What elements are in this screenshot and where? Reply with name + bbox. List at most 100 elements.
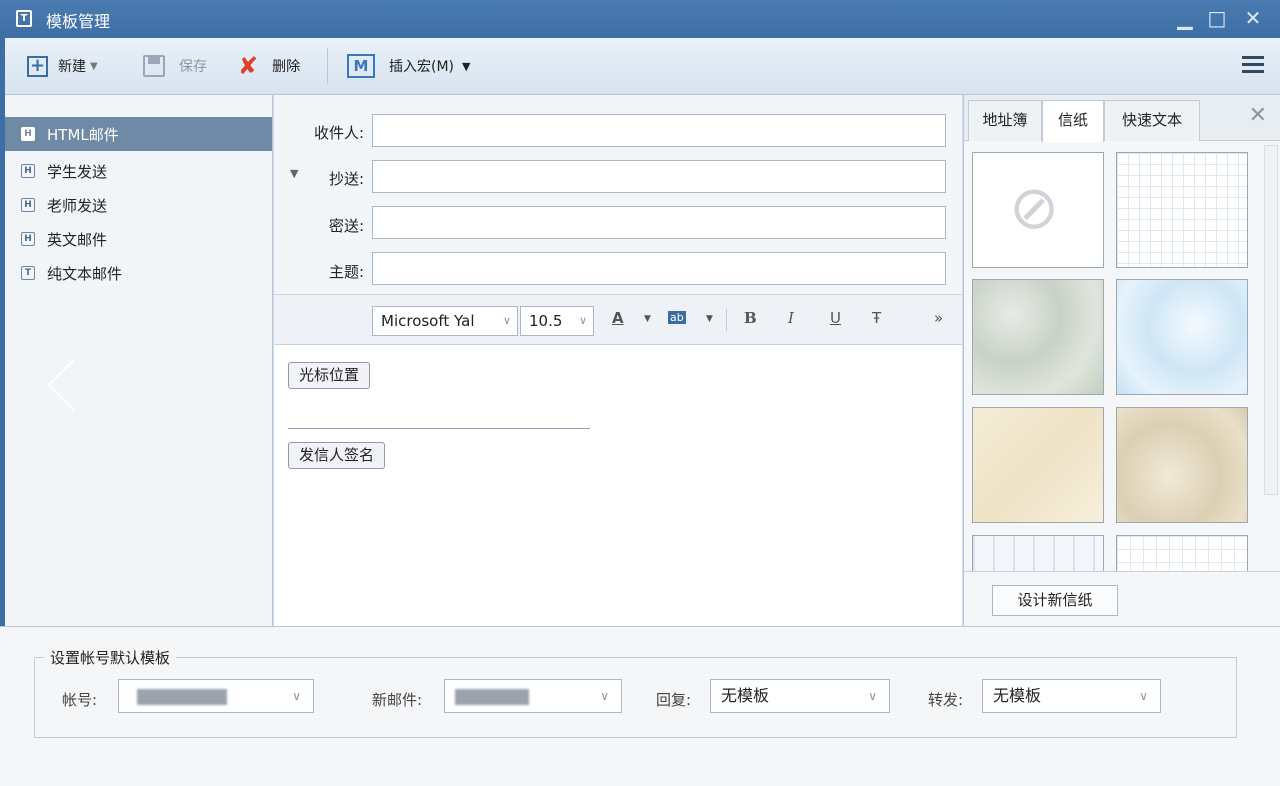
html-template-icon: H [21, 198, 35, 212]
collapse-arrow-icon[interactable] [47, 359, 99, 411]
app-icon: T [16, 10, 32, 27]
chevron-down-icon: ∨ [600, 689, 609, 703]
template-item-html[interactable]: H HTML邮件 [5, 117, 272, 151]
menu-list-icon[interactable] [1242, 56, 1264, 74]
bcc-label: 密送: [328, 217, 364, 235]
chevron-down-icon: ∨ [1139, 689, 1148, 703]
reply-template-select[interactable]: 无模板 ∨ [710, 679, 890, 713]
stationery-scrollbar[interactable] [1264, 145, 1278, 495]
html-template-icon: H [21, 164, 35, 178]
stationery-cream-texture[interactable] [972, 407, 1104, 523]
format-separator [726, 309, 727, 331]
reply-template-value: 无模板 [721, 686, 770, 705]
stationery-green-texture[interactable] [972, 279, 1104, 395]
bold-button[interactable]: B [744, 309, 757, 327]
tab-stationery[interactable]: 信纸 [1042, 100, 1104, 142]
tab-quick-text[interactable]: 快速文本 [1104, 100, 1200, 141]
delete-icon: ✘ [238, 52, 259, 80]
close-icon[interactable]: ✕ [1249, 103, 1267, 128]
template-label: HTML邮件 [47, 125, 119, 144]
template-list-panel: H HTML邮件 H 学生发送 H 老师发送 H 英文邮件 T 纯文本邮件 [5, 95, 273, 626]
text-template-icon: T [21, 266, 35, 280]
template-item-plaintext[interactable]: T 纯文本邮件 [5, 256, 272, 290]
template-label: 纯文本邮件 [47, 264, 123, 283]
save-icon [143, 55, 165, 77]
maximize-button[interactable]: □ [1202, 4, 1232, 32]
cc-field[interactable] [372, 160, 946, 193]
chevron-down-icon: ▼ [90, 60, 98, 72]
html-template-icon: H [21, 232, 35, 246]
strikethrough-button[interactable]: Ŧ [872, 309, 881, 327]
toolbar-separator [327, 48, 328, 84]
window-title: 模板管理 [46, 12, 111, 31]
side-panel-footer: 设计新信纸 [964, 571, 1280, 626]
format-toolbar: Microsoft Yal ∨ 10.5 ∨ A ▼ ab ▼ B I U Ŧ … [274, 295, 962, 345]
new-label: 新建 [58, 59, 86, 75]
delete-button[interactable]: ✘ 删除 [238, 52, 300, 80]
tab-address-book[interactable]: 地址簿 [968, 100, 1042, 141]
new-button[interactable]: + 新建 ▼ [27, 52, 98, 80]
bcc-field[interactable] [372, 206, 946, 239]
cc-label: 抄送: [328, 170, 364, 188]
template-label: 老师发送 [47, 196, 108, 215]
stationery-blue-pattern[interactable] [972, 535, 1104, 571]
stationery-grid-paper-2[interactable] [1116, 535, 1248, 571]
highlight-button[interactable]: ab [668, 311, 686, 324]
close-button[interactable]: ✕ [1238, 4, 1268, 32]
font-size-select[interactable]: 10.5 ∨ [520, 306, 594, 336]
header-fields: 收件人: ▼ 抄送: 密送: 主题: [274, 95, 962, 295]
signature-divider [288, 428, 590, 429]
new-mail-template-select[interactable]: ∨ [444, 679, 622, 713]
subject-field[interactable] [372, 252, 946, 285]
to-field[interactable] [372, 114, 946, 147]
design-stationery-button[interactable]: 设计新信纸 [992, 585, 1118, 616]
account-label: 帐号: [62, 691, 98, 709]
html-template-icon: H [21, 127, 35, 141]
reply-label: 回复: [656, 691, 692, 709]
default-template-settings: 设置帐号默认模板 帐号: ∨ 新邮件: ∨ 回复: 无模板 ∨ 转发: 无模板 … [0, 626, 1280, 786]
macro-icon: M [347, 54, 375, 78]
chevron-down-icon[interactable]: ▼ [644, 314, 651, 324]
cc-toggle-icon[interactable]: ▼ [290, 167, 298, 180]
minimize-button[interactable]: ▁ [1170, 4, 1200, 32]
stationery-blue-texture[interactable] [1116, 279, 1248, 395]
sender-signature-tag[interactable]: 发信人签名 [288, 442, 386, 469]
font-color-button[interactable]: A [612, 309, 624, 327]
chevron-down-icon[interactable]: ▼ [706, 314, 713, 324]
chevron-down-icon: ∨ [292, 689, 301, 703]
redacted-value [455, 688, 529, 705]
account-select[interactable]: ∨ [118, 679, 314, 713]
new-mail-label: 新邮件: [372, 691, 423, 709]
stationery-none[interactable]: ⊘ [972, 152, 1104, 268]
delete-label: 删除 [272, 59, 301, 75]
group-title: 设置帐号默认模板 [44, 647, 177, 668]
subject-label: 主题: [328, 263, 364, 281]
italic-button[interactable]: I [788, 309, 794, 327]
none-icon: ⊘ [1009, 173, 1060, 243]
chevron-down-icon: ∨ [578, 314, 587, 327]
side-panel: 地址簿 信纸 快速文本 ✕ ⊘ 设计新信纸 [963, 95, 1280, 626]
cursor-position-tag[interactable]: 光标位置 [288, 362, 371, 389]
more-format-button[interactable]: » [934, 309, 943, 327]
insert-macro-button[interactable]: M 插入宏(M) ▼ [347, 52, 470, 80]
editor-area[interactable]: 光标位置 发信人签名 [274, 345, 962, 626]
forward-template-select[interactable]: 无模板 ∨ [982, 679, 1161, 713]
forward-label: 转发: [928, 691, 964, 709]
save-button[interactable]: 保存 [143, 52, 207, 80]
toolbar: + 新建 ▼ 保存 ✘ 删除 M 插入宏(M) ▼ [5, 38, 1280, 95]
chevron-down-icon: ∨ [868, 689, 877, 703]
stationery-grid-paper[interactable] [1116, 152, 1248, 268]
redacted-value [137, 688, 227, 705]
template-item-teacher[interactable]: H 老师发送 [5, 188, 272, 222]
underline-button[interactable]: U [830, 309, 841, 327]
save-label: 保存 [179, 59, 207, 75]
template-item-student[interactable]: H 学生发送 [5, 154, 272, 188]
font-family-select[interactable]: Microsoft Yal ∨ [372, 306, 518, 336]
plus-icon: + [27, 55, 48, 77]
chevron-down-icon: ∨ [502, 314, 511, 327]
stationery-grid: ⊘ [964, 141, 1264, 571]
font-family-value: Microsoft Yal [381, 312, 475, 330]
template-item-english[interactable]: H 英文邮件 [5, 222, 272, 256]
chevron-down-icon: ▼ [462, 59, 471, 73]
stationery-parchment-texture[interactable] [1116, 407, 1248, 523]
